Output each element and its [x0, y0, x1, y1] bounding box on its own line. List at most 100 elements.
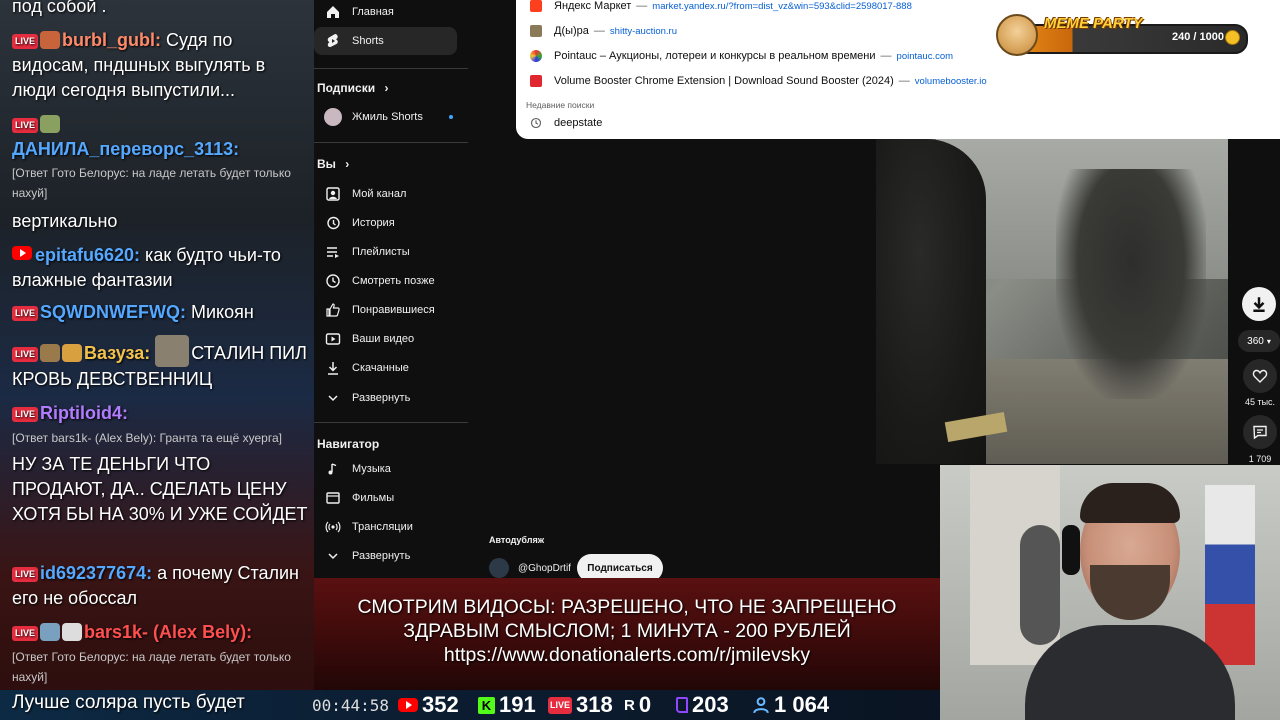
- subscriptions-heading[interactable]: Подписки ›: [317, 81, 388, 95]
- separator: —: [898, 75, 910, 87]
- sidebar-item-label: Плейлисты: [352, 246, 410, 258]
- sidebar-item-label: Развернуть: [352, 550, 411, 562]
- music-note-icon: [314, 461, 352, 477]
- suggestion-row[interactable]: Pointauc – Аукционы, лотереи и конкурсы …: [530, 47, 953, 65]
- broadcast-icon: [314, 519, 352, 535]
- stat-value: 352: [422, 692, 459, 717]
- live-badge-icon: LIVE: [12, 34, 39, 49]
- sidebar-item-label: Смотреть позже: [352, 275, 435, 287]
- sidebar-item-shorts[interactable]: Shorts: [314, 27, 457, 55]
- download-arrow-icon: [1250, 295, 1268, 313]
- thumbs-up-icon: [314, 302, 352, 318]
- sidebar-item-downloads[interactable]: Скачанные: [314, 354, 457, 382]
- chat-message: epitafu6620: как будто чьи-то влажные фа…: [12, 243, 308, 293]
- chat-reply: [Ответ Гото Белорус: на ладе летать буде…: [12, 166, 291, 200]
- sidebar-item-expand[interactable]: Развернуть: [314, 384, 457, 412]
- sidebar-item-label: Ваши видео: [352, 333, 415, 345]
- webcam-feed: [940, 465, 1280, 720]
- suggestion-row[interactable]: Яндекс Маркет — market.yandex.ru/?from=dis…: [530, 0, 912, 15]
- sidebar-item-label: Трансляции: [352, 521, 413, 533]
- sidebar-item-my-channel[interactable]: Мой канал: [314, 180, 457, 208]
- youtube-icon: [398, 698, 418, 712]
- suggestion-row[interactable]: Volume Booster Chrome Extension | Downlo…: [530, 72, 987, 90]
- youtube-icon: [12, 246, 32, 260]
- vk-live-viewers: LIVE 318: [548, 692, 613, 718]
- doge-icon: [996, 14, 1038, 56]
- webcam-scene-chair: [1020, 525, 1060, 645]
- live-badge-icon: LIVE: [12, 407, 39, 422]
- chat-message: LIVE id692377674: а почему Сталин его не …: [12, 561, 308, 611]
- cat-emote-icon: [155, 335, 190, 367]
- chat-message: LIVE Riptiloid4:: [12, 401, 308, 426]
- channel-avatar[interactable]: [489, 558, 509, 578]
- comments-button[interactable]: [1243, 415, 1277, 449]
- banner-url: https://www.donationalerts.com/r/jmilevs…: [443, 644, 811, 666]
- quality-selector[interactable]: 360 ▾: [1238, 330, 1280, 352]
- sidebar-item-label: Мой канал: [352, 188, 407, 200]
- chat-message: LIVE ДАНИЛА_переворс_3113:: [12, 112, 308, 162]
- kick-viewers: K 191: [478, 692, 536, 718]
- divider: [314, 142, 468, 143]
- sidebar-item-movies[interactable]: Фильмы: [314, 484, 457, 512]
- suggestion-title: Д(ы)ра: [554, 25, 589, 37]
- kick-icon: K: [478, 696, 495, 714]
- stat-value: 1 064: [774, 692, 830, 717]
- chevron-down-icon: [314, 548, 352, 564]
- sidebar-item-label: Понравившиеся: [352, 304, 435, 316]
- emote-icon: [40, 344, 61, 362]
- sidebar-item-liked[interactable]: Понравившиеся: [314, 296, 457, 324]
- like-button[interactable]: [1243, 359, 1277, 393]
- sidebar-item-expand-2[interactable]: Развернуть: [314, 542, 457, 570]
- shorts-icon: [314, 33, 352, 49]
- suggestion-url: market.yandex.ru/?from=dist_vz&win=593&c…: [652, 0, 912, 12]
- suggestion-url: pointauc.com: [896, 50, 954, 62]
- you-heading[interactable]: Вы ›: [317, 157, 349, 171]
- channel-name[interactable]: @GhopDrtif: [518, 563, 571, 574]
- sidebar-item-watch-later[interactable]: Смотреть позже: [314, 267, 457, 295]
- separator: —: [593, 25, 605, 37]
- chat-username: id692377674:: [40, 563, 153, 583]
- clock-icon: [314, 273, 352, 289]
- divider: [314, 422, 468, 423]
- suggestion-url: volumebooster.io: [914, 75, 987, 87]
- twitch-icon: [676, 697, 688, 713]
- sidebar-item-music[interactable]: Музыка: [314, 455, 457, 483]
- sidebar-item-subscription[interactable]: Жмиль Shorts: [314, 103, 457, 131]
- recent-search-text: deepstate: [554, 117, 603, 129]
- separator: —: [636, 0, 648, 12]
- chat-reply: [Ответ Гото Белорус: на ладе летать буде…: [12, 650, 291, 684]
- chat-reply: [Ответ bars1k- (Alex Bely): Гранта та ещ…: [12, 431, 282, 445]
- webcam-scene-beard: [1090, 565, 1170, 620]
- home-icon: [314, 4, 352, 20]
- yandex-market-icon: [530, 0, 542, 12]
- chat-message: под собой .: [12, 0, 308, 19]
- chat-message: LIVE bars1k- (Alex Bely):: [12, 620, 308, 645]
- recent-search-row[interactable]: deepstate: [530, 114, 602, 132]
- sidebar-item-your-videos[interactable]: Ваши видео: [314, 325, 457, 353]
- account-box-icon: [314, 186, 352, 202]
- quality-value: 360: [1247, 335, 1264, 347]
- shorts-video-player[interactable]: [876, 139, 1228, 464]
- youtube-viewers: 352: [398, 692, 459, 718]
- rutube-viewers: R0: [624, 692, 651, 718]
- sidebar-item-home[interactable]: Главная: [314, 0, 457, 26]
- chat-text: Микоян: [185, 302, 254, 322]
- sidebar-item-label: Развернуть: [352, 392, 411, 404]
- stat-value: 191: [499, 692, 536, 717]
- chat-username: Вазуза:: [84, 343, 151, 363]
- chat-username: bars1k- (Alex Bely):: [84, 622, 253, 642]
- live-badge-icon: LIVE: [12, 567, 39, 582]
- channel-avatar: [314, 108, 352, 126]
- video-scene-people: [1056, 169, 1206, 399]
- chat-text: под собой .: [12, 0, 107, 16]
- download-button[interactable]: [1242, 287, 1276, 321]
- sidebar-item-live[interactable]: Трансляции: [314, 513, 457, 541]
- separator: —: [880, 50, 892, 62]
- donation-banner: СМОТРИМ ВИДОСЫ: РАЗРЕШЕНО, ЧТО НЕ ЗАПРЕЩ…: [314, 578, 940, 690]
- chevron-right-icon: ›: [345, 157, 350, 171]
- sidebar-item-history[interactable]: История: [314, 209, 457, 237]
- suggestion-row[interactable]: Д(ы)ра — shitty-auction.ru: [530, 22, 677, 40]
- sidebar-item-playlists[interactable]: Плейлисты: [314, 238, 457, 266]
- twitch-viewers: 203: [676, 692, 729, 718]
- chat-username: SQWDNWEFWQ:: [40, 302, 186, 322]
